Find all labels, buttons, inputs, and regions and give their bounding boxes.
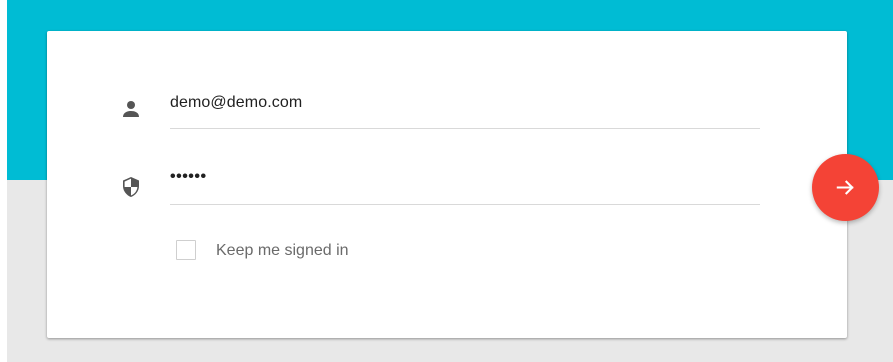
submit-button[interactable] (812, 154, 879, 221)
arrow-right-icon (836, 180, 854, 195)
email-field[interactable]: demo@demo.com (170, 94, 302, 112)
remember-me-checkbox[interactable] (176, 240, 196, 260)
login-card: demo@demo.com •••••• Keep me signed in (47, 31, 847, 338)
shield-icon (119, 175, 143, 199)
email-underline (170, 128, 760, 129)
password-underline (170, 204, 760, 205)
password-field[interactable]: •••••• (170, 168, 207, 186)
left-edge (0, 0, 7, 362)
password-row: •••••• (47, 165, 847, 205)
email-row: demo@demo.com (47, 89, 847, 129)
login-page: demo@demo.com •••••• Keep me signed in (0, 0, 893, 362)
remember-me-label[interactable]: Keep me signed in (216, 242, 349, 260)
person-icon (119, 97, 143, 121)
